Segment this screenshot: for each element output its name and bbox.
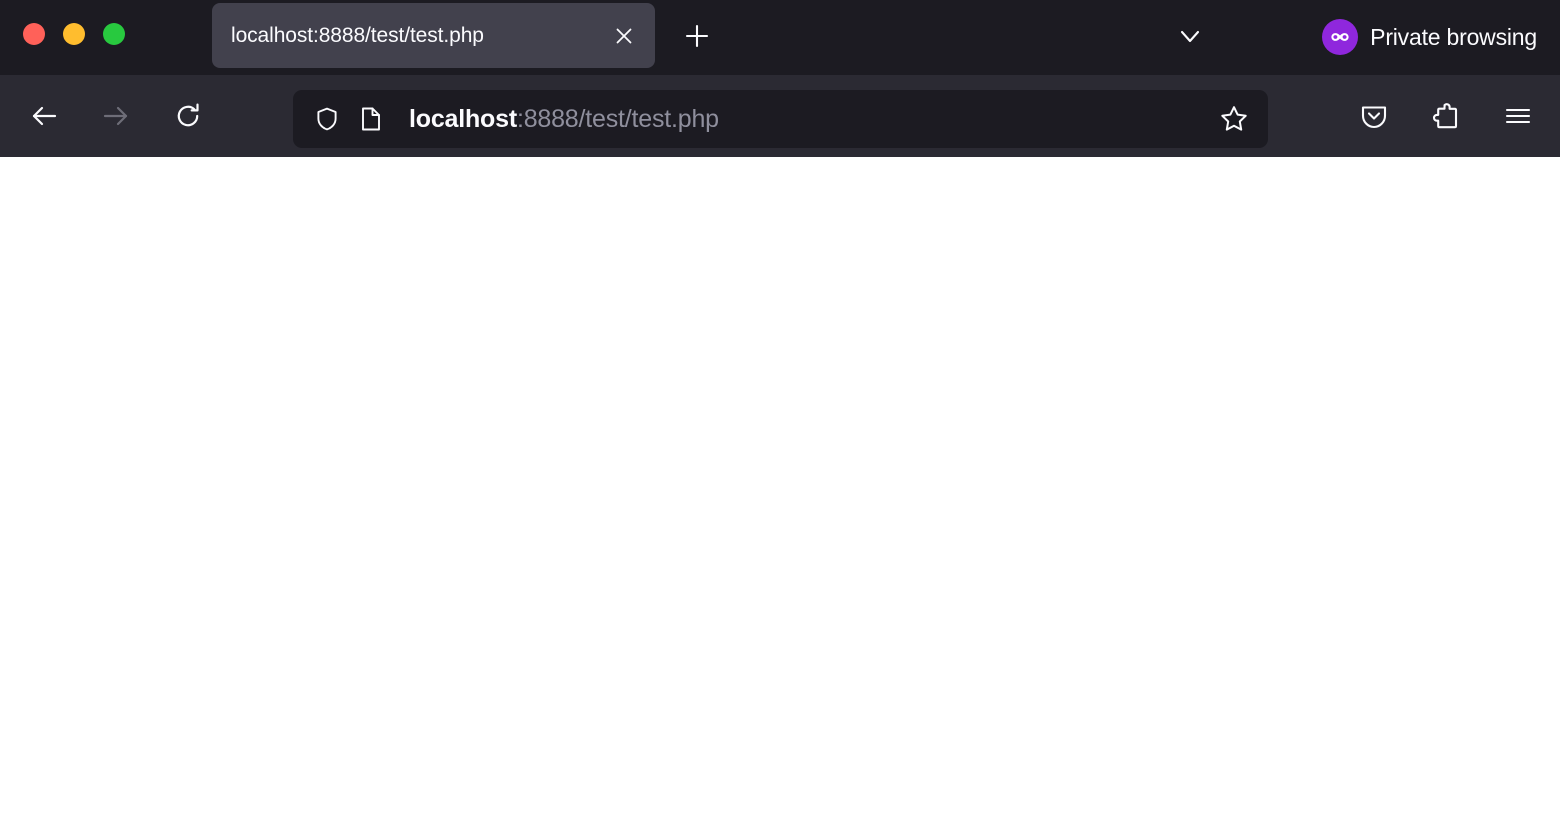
address-bar[interactable]: localhost:8888/test/test.php [293,90,1268,148]
new-tab-button[interactable] [675,14,719,58]
window-close-button[interactable] [23,23,45,45]
window-maximize-button[interactable] [103,23,125,45]
back-button[interactable] [16,88,72,144]
private-mask-icon [1322,19,1359,55]
forward-button[interactable] [88,88,144,144]
close-icon[interactable] [607,19,641,53]
hamburger-menu-icon[interactable] [1490,88,1546,144]
private-browsing-label: Private browsing [1370,23,1537,50]
url-path: :8888/test/test.php [516,106,719,132]
url-host: localhost [409,106,517,132]
pocket-icon[interactable] [1346,88,1402,144]
browser-tab[interactable]: localhost:8888/test/test.php [212,3,655,68]
page-document-icon[interactable] [351,97,391,141]
star-icon[interactable] [1208,93,1260,145]
window-minimize-button[interactable] [63,23,85,45]
address-bar-url[interactable]: localhost:8888/test/test.php [409,107,1208,132]
tab-strip: localhost:8888/test/test.php Private bro… [0,0,1560,75]
tab-list-dropdown-button[interactable] [1168,14,1212,58]
reload-button[interactable] [160,88,216,144]
window-controls [23,23,125,45]
page-content-area[interactable] [0,157,1560,838]
puzzle-piece-icon[interactable] [1419,88,1475,144]
private-browsing-indicator: Private browsing [1322,18,1537,56]
browser-window: localhost:8888/test/test.php Private bro… [0,0,1560,838]
shield-icon[interactable] [305,97,349,141]
tab-title: localhost:8888/test/test.php [231,25,484,46]
